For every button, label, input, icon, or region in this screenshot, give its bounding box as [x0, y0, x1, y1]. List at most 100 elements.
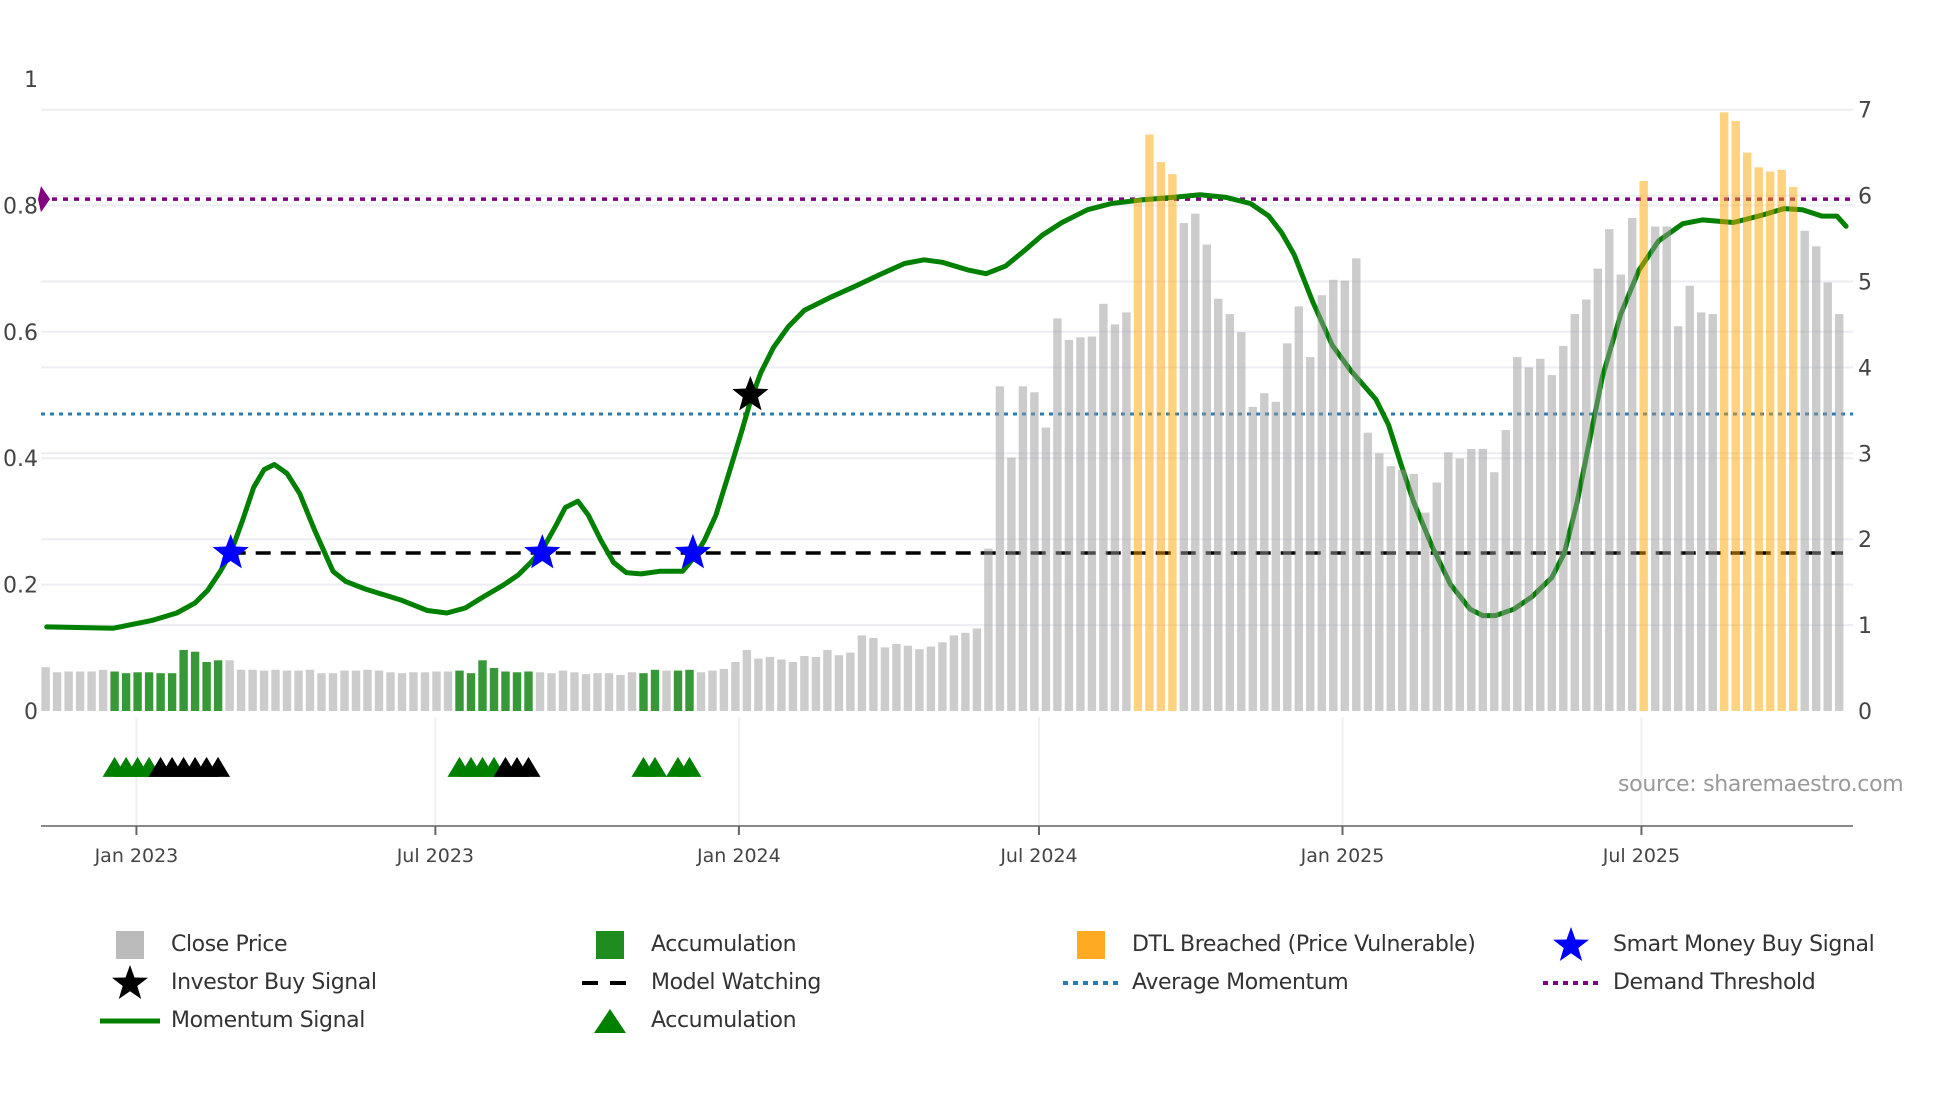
close-price-bar	[1812, 246, 1821, 712]
right-axis-tick-label: 7	[1858, 99, 1872, 124]
accumulation-bar	[466, 673, 476, 711]
close-price-bar	[1214, 298, 1223, 711]
close-price-bar	[87, 671, 96, 711]
close-price-bar	[1547, 375, 1556, 711]
close-price-bar	[386, 672, 395, 711]
close-price-bar	[708, 670, 717, 711]
x-tick-label: Jul 2023	[396, 845, 474, 867]
close-price-bar	[1823, 282, 1832, 711]
close-price-bar	[1455, 458, 1464, 711]
close-price-bar	[926, 646, 936, 711]
close-price-bar	[1225, 314, 1234, 711]
close-price-bar	[443, 671, 453, 711]
close-price-bar	[570, 672, 579, 711]
accumulation-bar	[167, 673, 177, 711]
reference-lines	[38, 186, 1853, 555]
close-price-bar	[1271, 401, 1280, 711]
close-price-bar	[397, 673, 407, 711]
close-price-bar	[662, 670, 671, 711]
close-price-bar	[420, 672, 430, 711]
close-price-bar	[1260, 393, 1269, 711]
accumulation-bar	[133, 672, 142, 711]
right-axis-tick-label: 3	[1858, 442, 1872, 467]
close-price-bar	[248, 669, 257, 711]
close-price-bar	[696, 672, 706, 711]
accumulation-bar	[202, 662, 211, 711]
close-price-bar	[1099, 303, 1108, 711]
close-price-bar	[1237, 332, 1246, 711]
accumulation-bar	[213, 660, 223, 711]
source-attribution: source: sharemaestro.com	[1618, 772, 1904, 797]
signal-markers	[102, 376, 769, 777]
x-tick-label: Jul 2024	[999, 845, 1077, 867]
close-price-bar	[374, 670, 384, 711]
close-price-bar	[1582, 299, 1591, 711]
close-price-bar	[294, 670, 303, 711]
accumulation-bar	[501, 671, 510, 711]
dtl-breached-bar	[1789, 187, 1798, 711]
close-price-bar	[64, 671, 73, 711]
close-price-bar	[409, 672, 418, 711]
close-price-bar	[1421, 512, 1430, 711]
axes: Jan 2023 Jul 2023 Jan 2024 Jul 2024 Jan 2025…	[3, 68, 1872, 867]
left-axis-tick-label: 0.8	[3, 194, 38, 219]
accumulation-bar	[110, 671, 119, 711]
close-price-bar	[1651, 226, 1660, 711]
close-price-bar	[1432, 482, 1441, 711]
close-price-bar	[432, 671, 441, 711]
close-price-bar	[742, 650, 752, 711]
close-price-bar	[1329, 279, 1338, 711]
close-price-bar	[1570, 314, 1579, 711]
close-price-bar	[823, 650, 832, 711]
dtl-breached-bar	[1168, 174, 1177, 712]
close-price-bar	[340, 670, 349, 711]
close-price-bar	[558, 670, 568, 711]
close-price-bar	[1053, 318, 1062, 711]
close-price-bar	[949, 635, 959, 711]
close-price-bar	[1202, 244, 1211, 711]
close-price-bar	[1501, 430, 1510, 711]
close-price-bar	[1248, 406, 1257, 711]
close-price-bar	[811, 656, 821, 711]
dtl-breached-bar	[1639, 181, 1648, 711]
left-axis-tick-label: 0	[24, 700, 38, 725]
close-price-bar	[236, 669, 246, 711]
close-price-bar	[1087, 336, 1097, 711]
close-price-bar	[52, 672, 62, 711]
accumulation-bar	[455, 670, 464, 711]
close-price-bar	[627, 672, 637, 711]
close-price-bar	[880, 647, 890, 711]
close-price-bar	[1398, 469, 1407, 711]
close-price-bars	[41, 112, 1844, 712]
close-price-bar	[1708, 314, 1717, 711]
accumulation-bar	[156, 673, 165, 711]
demand-threshold-diamond-marker	[38, 186, 50, 213]
close-price-bar	[1674, 326, 1683, 711]
close-price-bar	[1041, 427, 1051, 711]
close-price-bar	[1007, 457, 1016, 711]
close-price-bar	[328, 673, 338, 711]
close-price-bar	[765, 656, 775, 711]
close-price-bar	[1030, 392, 1039, 711]
dtl-breached-bar	[1145, 134, 1154, 712]
close-price-bar	[271, 669, 280, 711]
close-price-bar	[995, 386, 1005, 711]
close-price-bar	[938, 642, 947, 711]
close-price-bar	[892, 644, 901, 711]
close-price-bar	[1524, 367, 1533, 711]
close-price-bar	[1467, 449, 1476, 711]
close-price-bar	[754, 658, 763, 711]
close-price-bar	[1605, 229, 1614, 711]
close-price-bar	[1352, 258, 1361, 711]
accumulation-bar	[179, 650, 188, 711]
close-price-bar	[777, 659, 786, 711]
x-tick-label: Jan 2025	[1300, 845, 1385, 867]
close-price-bar	[972, 628, 982, 711]
close-price-bar	[1478, 449, 1487, 711]
close-price-bar	[1179, 223, 1188, 711]
left-axis-tick-label: 1	[24, 68, 38, 93]
dtl-breached-bar	[1731, 120, 1740, 711]
dtl-breached-bar	[1720, 112, 1729, 712]
accumulation-bar	[489, 668, 499, 711]
left-axis-tick-label: 0.2	[3, 574, 38, 599]
